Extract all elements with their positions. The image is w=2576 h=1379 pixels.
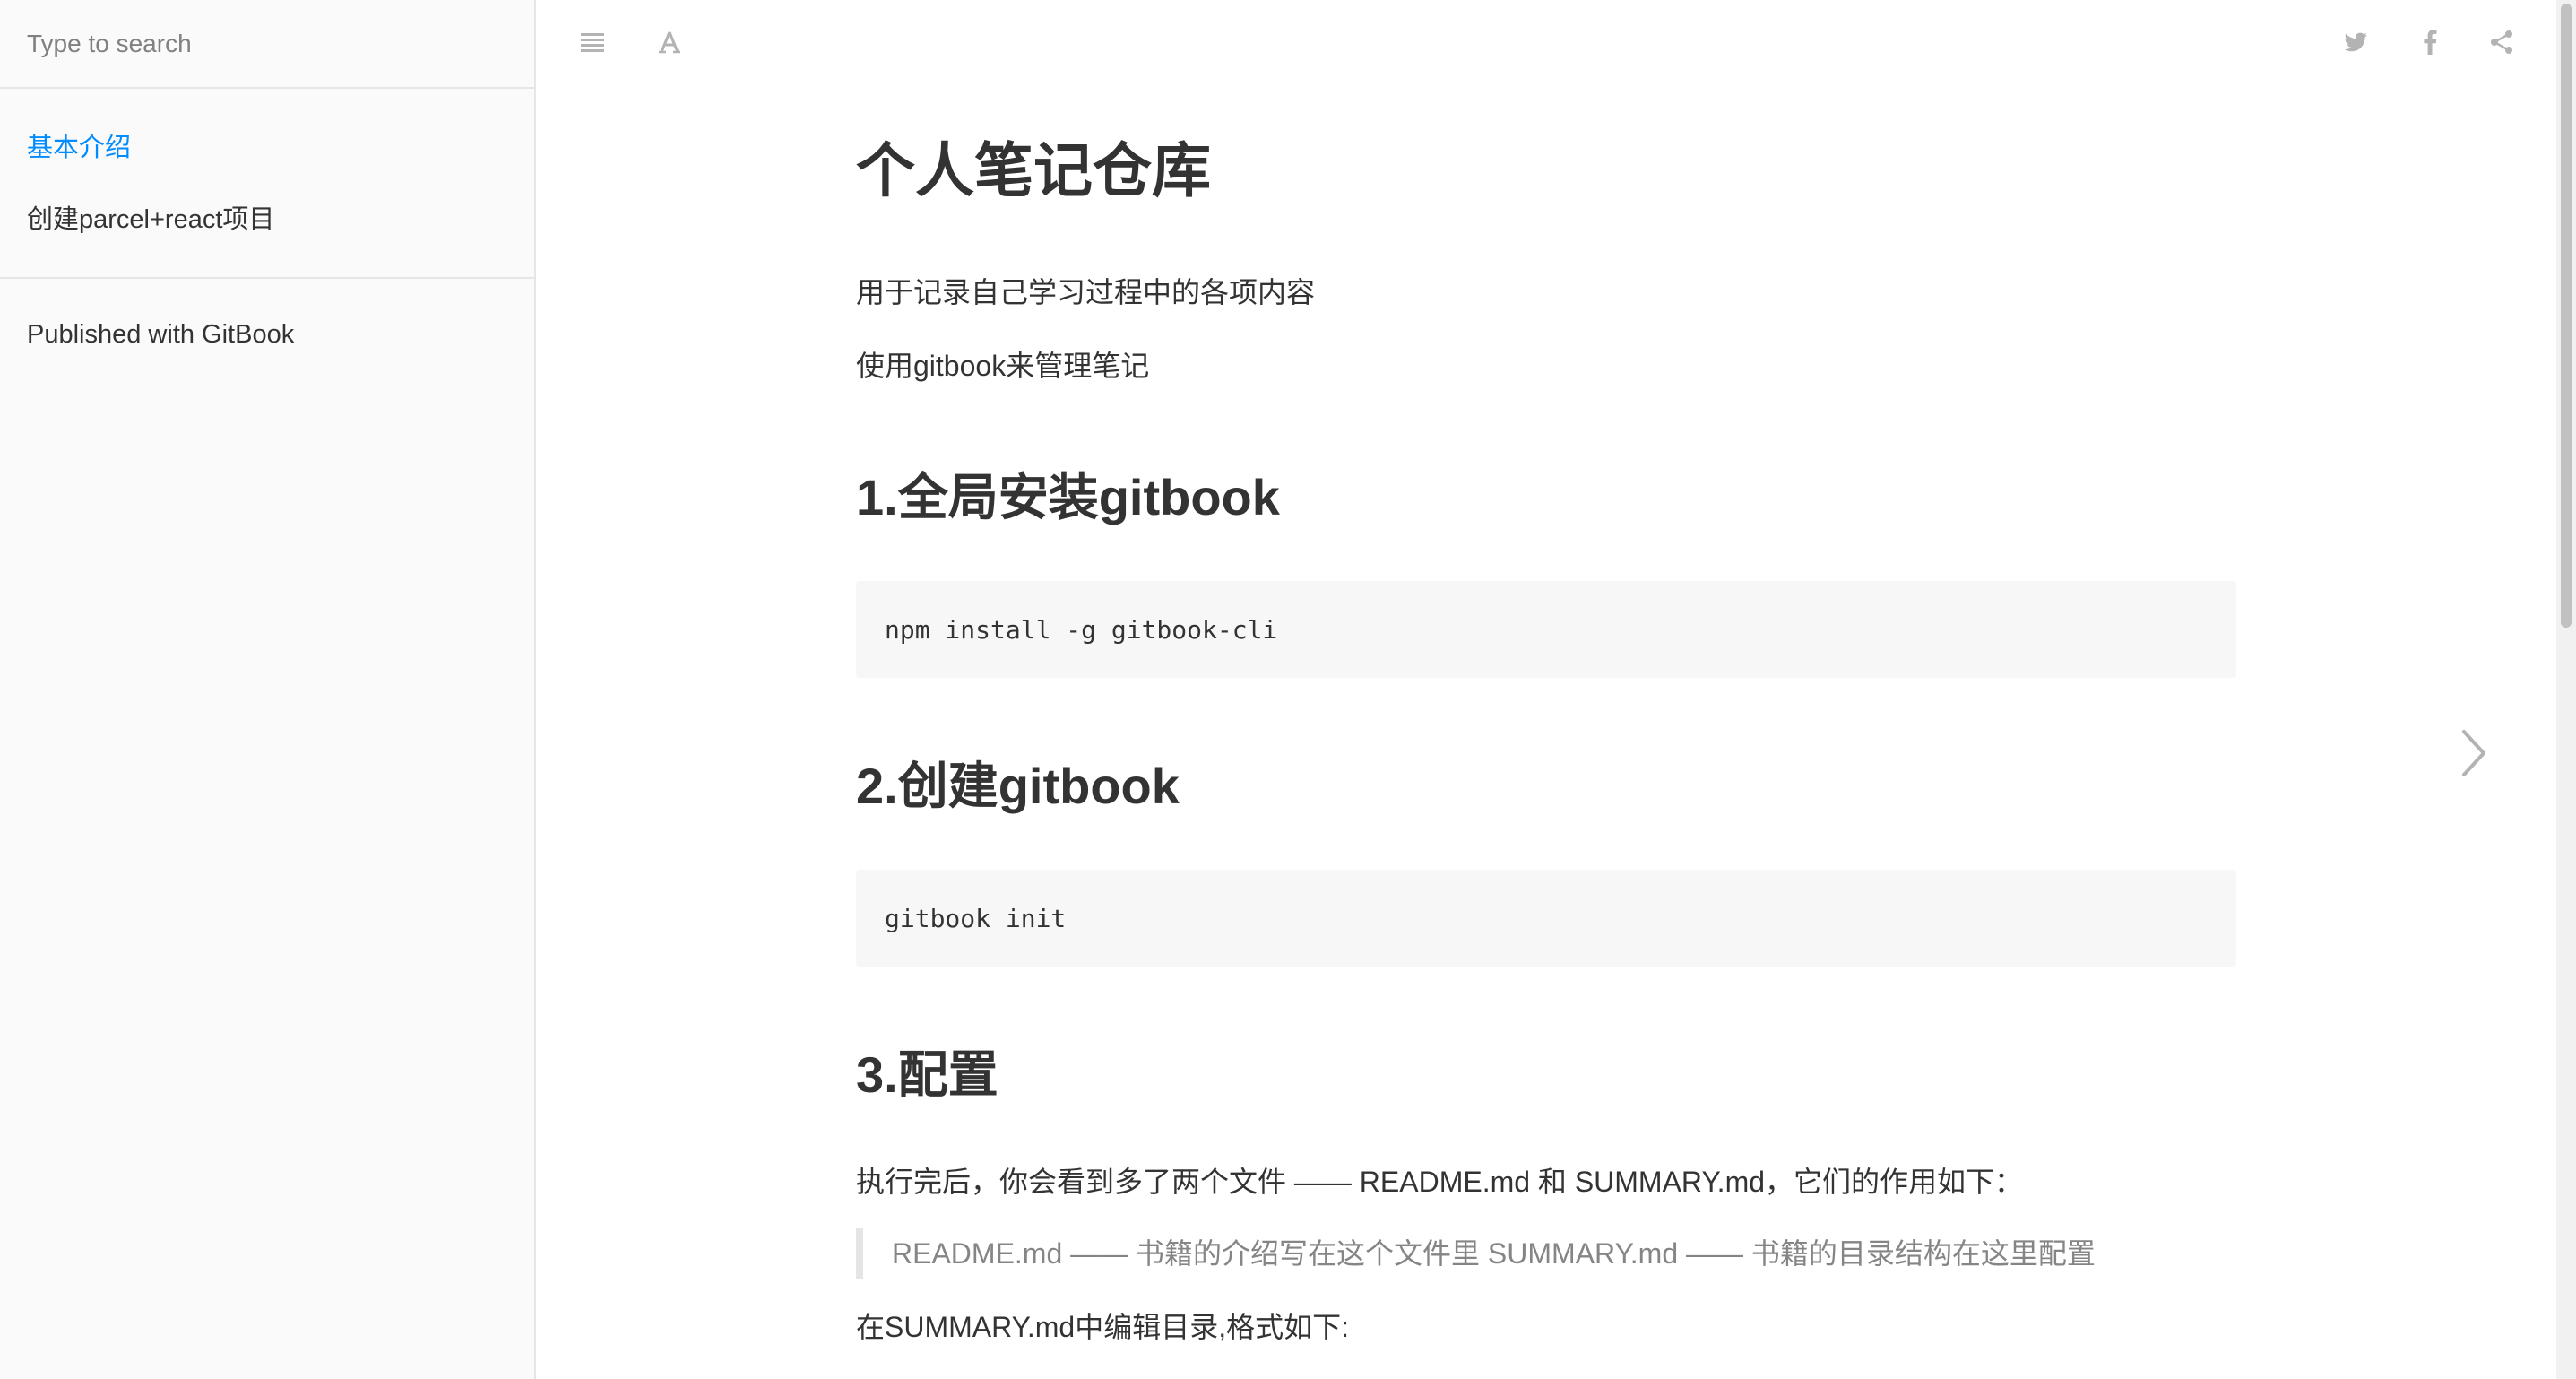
- font-settings-icon: [659, 31, 680, 54]
- menu-icon: [581, 33, 604, 52]
- summary-nav: 基本介绍 创建parcel+react项目 Published with Git…: [0, 89, 534, 370]
- blockquote: README.md —— 书籍的介绍写在这个文件里 SUMMARY.md —— …: [856, 1228, 2096, 1279]
- intro-paragraph-1: 用于记录自己学习过程中的各项内容: [856, 276, 1316, 308]
- chevron-right-icon: [2462, 730, 2485, 776]
- section-heading-install: 1.全局安装gitbook: [856, 469, 1280, 525]
- code-block-init: gitbook init: [856, 870, 2236, 967]
- sidebar: 基本介绍 创建parcel+react项目 Published with Git…: [0, 0, 536, 1379]
- search-box: [0, 0, 534, 89]
- code-block-install: npm install -g gitbook-cli: [856, 581, 2236, 678]
- sidebar-footer: Published with GitBook: [0, 279, 534, 370]
- sidebar-item-parcel-react[interactable]: 创建parcel+react项目: [0, 184, 534, 256]
- published-with-gitbook-link[interactable]: Published with GitBook: [0, 299, 534, 370]
- section-heading-create: 2.创建gitbook: [856, 758, 1180, 814]
- intro-paragraph-2: 使用gitbook来管理笔记: [856, 350, 1150, 382]
- page-title: 个人笔记仓库: [856, 137, 1211, 204]
- config-paragraph: 执行完后，你会看到多了两个文件 —— README.md 和 SUMMARY.m…: [856, 1166, 2024, 1198]
- toggle-summary-button[interactable]: [570, 20, 615, 65]
- next-page-button[interactable]: [2447, 717, 2501, 789]
- sidebar-item-intro[interactable]: 基本介绍: [0, 112, 534, 184]
- facebook-icon: [2424, 30, 2437, 55]
- chapter-list: 基本介绍 创建parcel+react项目: [0, 89, 534, 279]
- twitter-icon: [2344, 32, 2367, 52]
- facebook-share-button[interactable]: [2407, 20, 2452, 65]
- search-input[interactable]: [25, 28, 509, 59]
- share-icon: [2491, 30, 2512, 54]
- font-settings-button[interactable]: [647, 20, 692, 65]
- scrollbar-thumb[interactable]: [2561, 4, 2572, 628]
- section-heading-config: 3.配置: [856, 1046, 998, 1103]
- summary-edit-paragraph: 在SUMMARY.md中编辑目录,格式如下:: [856, 1311, 1349, 1343]
- twitter-share-button[interactable]: [2334, 20, 2379, 65]
- share-button[interactable]: [2479, 20, 2524, 65]
